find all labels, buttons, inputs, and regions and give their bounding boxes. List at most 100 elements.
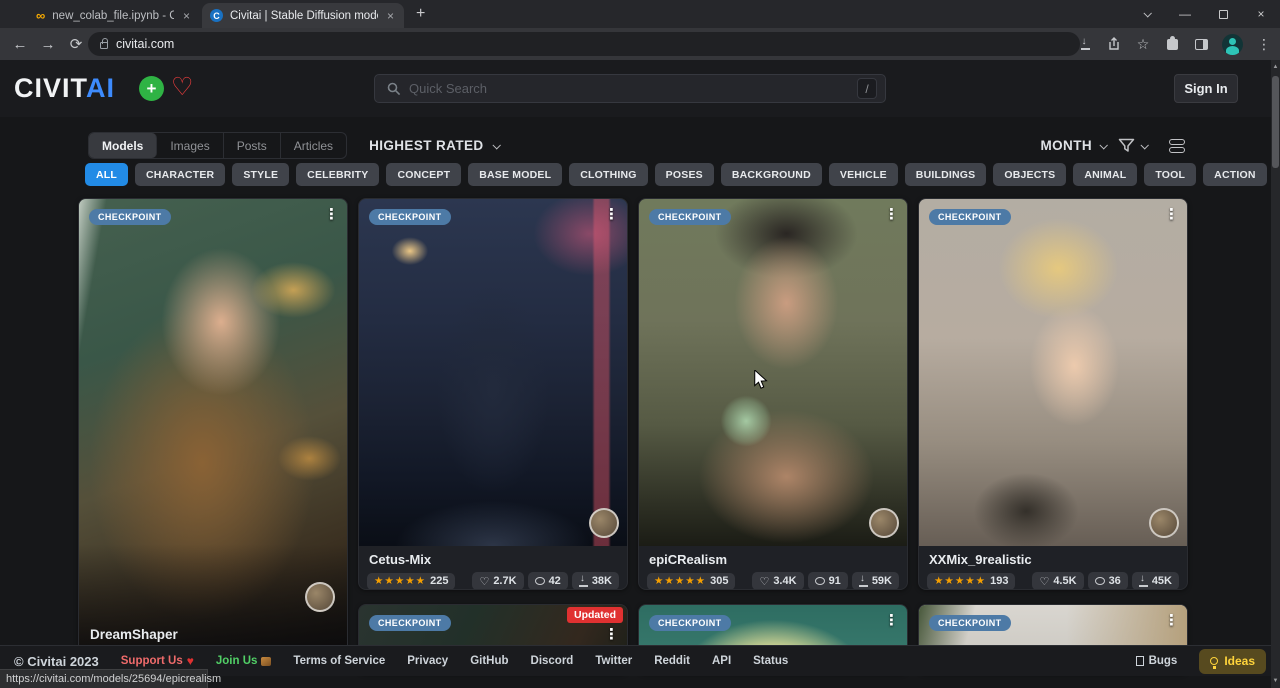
- extensions-puzzle-icon[interactable]: [1164, 36, 1180, 52]
- model-title: DreamShaper: [90, 627, 178, 642]
- chip-objects[interactable]: OBJECTS: [993, 163, 1066, 186]
- checkpoint-badge: CHECKPOINT: [649, 615, 731, 631]
- create-button[interactable]: +: [139, 76, 164, 101]
- model-card-cetus-mix[interactable]: CHECKPOINT ⋮ Cetus-Mix ★★★★★225 ♡2.7K 42…: [358, 198, 628, 590]
- model-card-dreamshaper[interactable]: CHECKPOINT ⋮ DreamShaper: [78, 198, 348, 653]
- support-us-link[interactable]: Support Us♥: [121, 654, 194, 668]
- api-link[interactable]: API: [712, 655, 731, 667]
- forward-button[interactable]: →: [34, 28, 62, 60]
- reddit-link[interactable]: Reddit: [654, 655, 690, 667]
- scroll-down-icon[interactable]: ▼: [1271, 678, 1280, 684]
- privacy-link[interactable]: Privacy: [407, 655, 448, 667]
- chip-style[interactable]: STYLE: [232, 163, 289, 186]
- heart-icon[interactable]: ♡: [171, 72, 193, 102]
- creator-avatar[interactable]: [305, 582, 335, 612]
- close-icon[interactable]: ×: [181, 9, 192, 23]
- status-link[interactable]: Status: [753, 655, 788, 667]
- filter-menu[interactable]: [1118, 138, 1147, 154]
- search-box[interactable]: /: [374, 74, 886, 103]
- tab-civitai[interactable]: C Civitai | Stable Diffusion models, ×: [202, 3, 404, 28]
- profile-avatar[interactable]: [1222, 34, 1243, 55]
- address-bar[interactable]: civitai.com: [88, 32, 1080, 56]
- scrollbar-thumb[interactable]: [1272, 76, 1279, 168]
- scroll-up-icon[interactable]: ▲: [1271, 64, 1280, 70]
- discord-link[interactable]: Discord: [531, 655, 574, 667]
- card-menu-icon[interactable]: ⋮: [604, 625, 619, 643]
- card-menu-icon[interactable]: ⋮: [604, 205, 619, 223]
- tab-colab[interactable]: ∞ new_colab_file.ipynb - Colaborat ×: [28, 3, 200, 28]
- chip-action[interactable]: ACTION: [1203, 163, 1266, 186]
- card-menu-icon[interactable]: ⋮: [884, 205, 899, 223]
- close-window-button[interactable]: ×: [1242, 0, 1280, 28]
- heart-icon: ♡: [479, 575, 489, 588]
- chip-character[interactable]: CHARACTER: [135, 163, 225, 186]
- chip-vehicle[interactable]: VEHICLE: [829, 163, 898, 186]
- card-menu-icon[interactable]: ⋮: [884, 611, 899, 629]
- new-tab-button[interactable]: +: [416, 5, 425, 23]
- comment-icon: [815, 577, 825, 585]
- chip-buildings[interactable]: BUILDINGS: [905, 163, 987, 186]
- download-icon: [859, 577, 868, 586]
- model-title: Cetus-Mix: [359, 546, 627, 568]
- back-button[interactable]: ←: [6, 28, 34, 60]
- checkpoint-badge: CHECKPOINT: [649, 209, 731, 225]
- search-input[interactable]: [409, 81, 849, 96]
- model-card-xxmix9realistic[interactable]: CHECKPOINT ⋮ XXMix_9realistic ★★★★★193 ♡…: [918, 198, 1188, 590]
- chevron-down-icon: [1099, 141, 1107, 149]
- rating-count: 305: [710, 575, 728, 587]
- civitai-logo[interactable]: CIVITAI: [14, 73, 115, 104]
- chip-celebrity[interactable]: CELEBRITY: [296, 163, 379, 186]
- creator-avatar[interactable]: [869, 508, 899, 538]
- close-icon[interactable]: ×: [385, 9, 396, 23]
- reload-button[interactable]: ⟳: [62, 28, 90, 60]
- chip-background[interactable]: BACKGROUND: [721, 163, 822, 186]
- mouse-cursor: [752, 370, 770, 395]
- chip-all[interactable]: ALL: [85, 163, 128, 186]
- tab-search-button[interactable]: [1128, 0, 1166, 28]
- tab-posts[interactable]: Posts: [224, 133, 281, 158]
- card-menu-icon[interactable]: ⋮: [1164, 205, 1179, 223]
- comments-pill: 42: [528, 572, 568, 590]
- chip-concept[interactable]: CONCEPT: [386, 163, 461, 186]
- share-icon[interactable]: [1106, 36, 1122, 52]
- twitter-link[interactable]: Twitter: [595, 655, 632, 667]
- restore-button[interactable]: [1204, 0, 1242, 28]
- creator-avatar[interactable]: [589, 508, 619, 538]
- download-icon[interactable]: [1077, 36, 1093, 52]
- chip-animal[interactable]: ANIMAL: [1073, 163, 1137, 186]
- ideas-button[interactable]: Ideas: [1199, 649, 1266, 674]
- layout-toggle-icon[interactable]: [1169, 139, 1185, 153]
- browser-menu-icon[interactable]: ⋮: [1256, 36, 1272, 52]
- rating-count: 193: [990, 575, 1008, 587]
- chip-poses[interactable]: POSES: [655, 163, 714, 186]
- model-title: epiCRealism: [639, 546, 907, 568]
- filter-row: Models Images Posts Articles HIGHEST RAT…: [88, 132, 499, 159]
- rating-pill: ★★★★★305: [647, 573, 735, 590]
- model-card-epicrealism[interactable]: CHECKPOINT ⋮ epiCRealism ★★★★★305 ♡3.4K …: [638, 198, 908, 590]
- side-panel-icon[interactable]: [1193, 36, 1209, 52]
- card-menu-icon[interactable]: ⋮: [1164, 611, 1179, 629]
- bugs-link[interactable]: Bugs: [1136, 655, 1178, 667]
- creator-avatar[interactable]: [1149, 508, 1179, 538]
- join-us-link[interactable]: Join Us: [216, 655, 272, 667]
- card-menu-icon[interactable]: ⋮: [324, 205, 339, 223]
- download-icon: [579, 577, 588, 586]
- tab-articles[interactable]: Articles: [281, 133, 346, 158]
- model-title: XXMix_9realistic: [919, 546, 1187, 568]
- tab-models[interactable]: Models: [89, 133, 157, 158]
- bookmark-star-icon[interactable]: ☆: [1135, 36, 1151, 52]
- github-link[interactable]: GitHub: [470, 655, 508, 667]
- minimize-button[interactable]: —: [1166, 0, 1204, 28]
- sort-dropdown[interactable]: HIGHEST RATED: [369, 138, 498, 153]
- chip-tool[interactable]: TOOL: [1144, 163, 1196, 186]
- sign-in-button[interactable]: Sign In: [1174, 74, 1238, 103]
- downloads-pill: 45K: [1132, 572, 1179, 590]
- terms-link[interactable]: Terms of Service: [293, 655, 385, 667]
- chip-clothing[interactable]: CLOTHING: [569, 163, 647, 186]
- star-icons: ★★★★★: [374, 575, 426, 587]
- chip-base-model[interactable]: BASE MODEL: [468, 163, 562, 186]
- downloads-count: 38K: [592, 575, 612, 587]
- page-scrollbar[interactable]: ▲ ▼: [1271, 60, 1280, 688]
- tab-images[interactable]: Images: [157, 133, 223, 158]
- period-dropdown[interactable]: MONTH: [1041, 138, 1107, 153]
